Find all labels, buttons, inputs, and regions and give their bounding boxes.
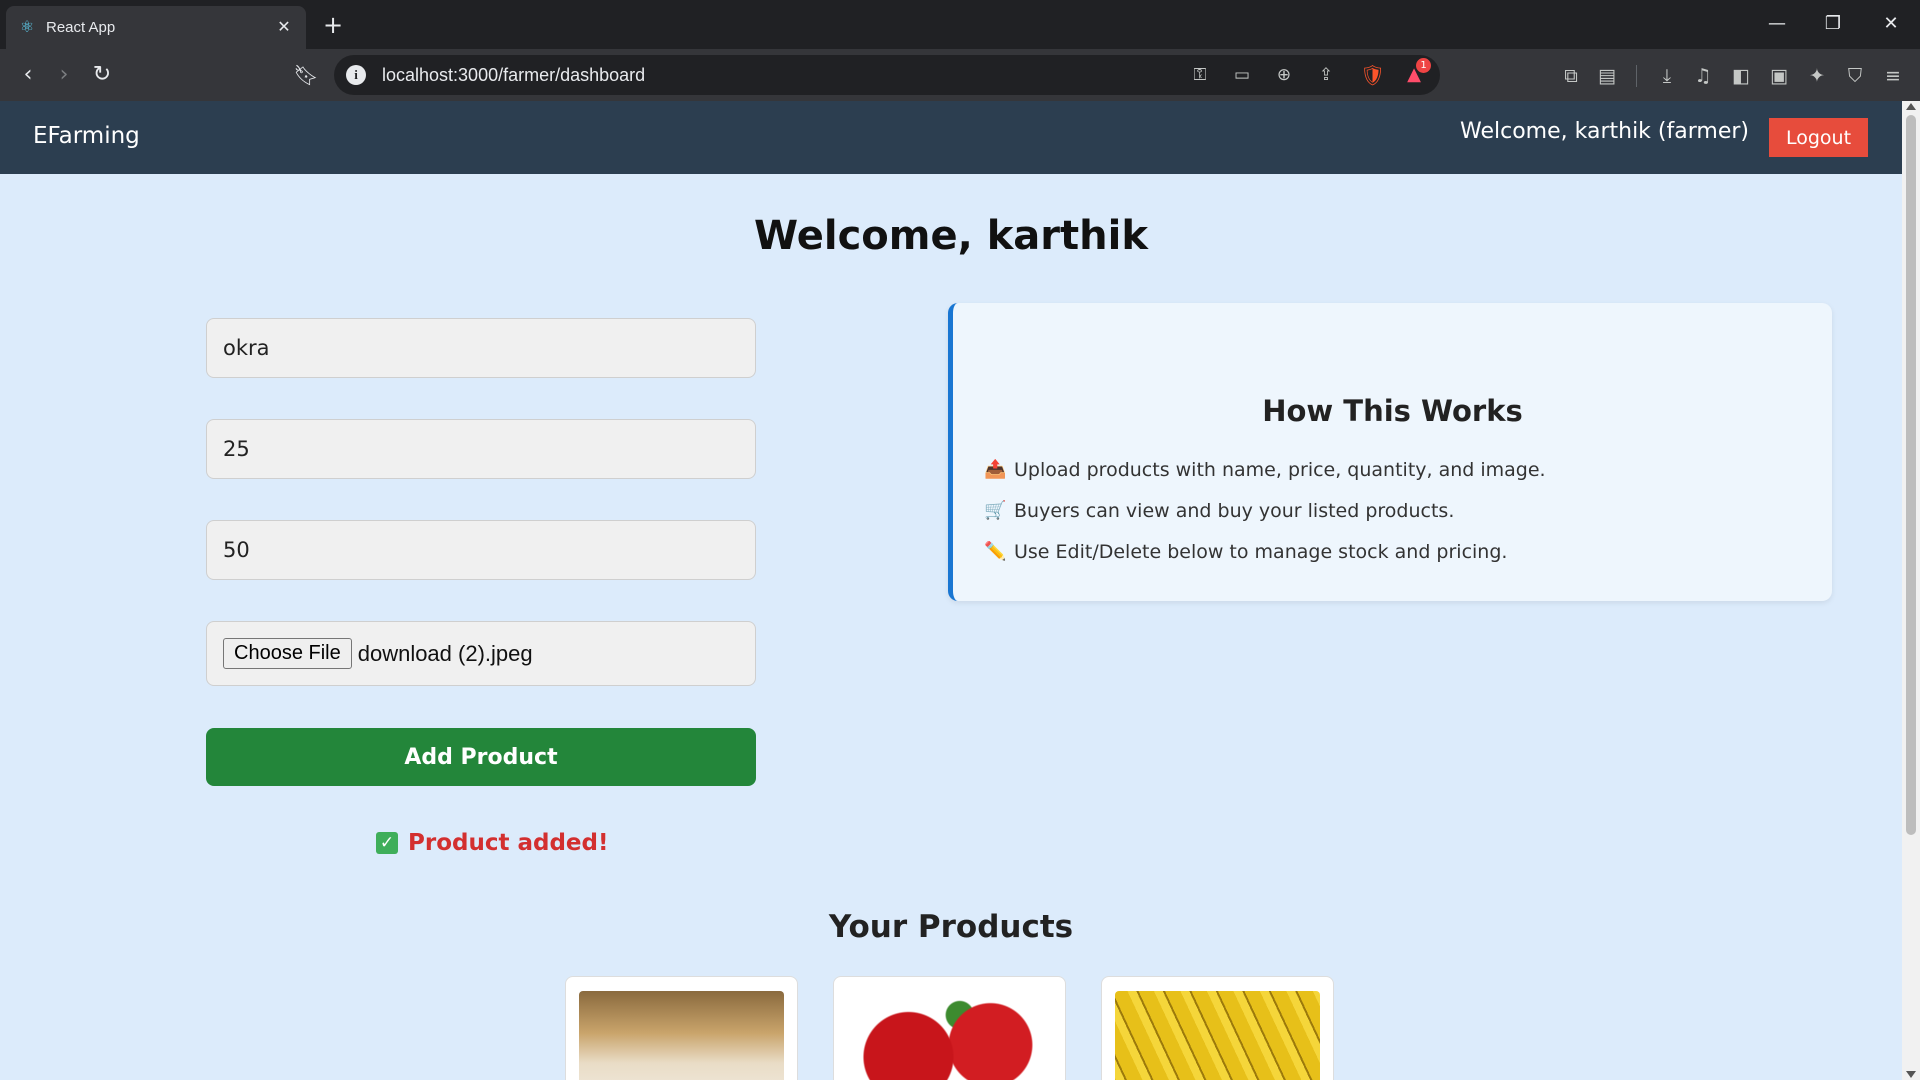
cart-icon: 🛒 — [984, 500, 1007, 521]
reader-mode-icon[interactable]: ▤ — [1594, 63, 1620, 89]
banana-image — [1115, 991, 1320, 1080]
share-icon[interactable]: ⇪ — [1314, 63, 1338, 87]
page-title: Welcome, karthik — [754, 213, 1148, 259]
back-icon[interactable]: ‹ — [14, 61, 42, 89]
zoom-icon[interactable]: ⊕ — [1272, 63, 1296, 87]
restore-icon[interactable]: ❐ — [1818, 10, 1848, 38]
list-item-text: Buyers can view and buy your listed prod… — [1014, 499, 1455, 522]
image-file-input[interactable]: Choose File download (2).jpeg — [206, 621, 756, 686]
minimize-icon[interactable]: — — [1762, 10, 1792, 38]
wallet-icon[interactable]: ▣ — [1766, 63, 1792, 89]
how-it-works-card: How This Works 📤 Upload products with na… — [948, 303, 1832, 601]
page-viewport: EFarming Welcome, karthik (farmer) Logou… — [0, 101, 1902, 1080]
list-item-text: Use Edit/Delete below to manage stock an… — [1014, 540, 1508, 563]
check-mark-icon: ✓ — [376, 832, 398, 854]
info-list: 📤 Upload products with name, price, quan… — [984, 449, 1546, 572]
close-tab-icon[interactable]: ✕ — [274, 18, 294, 38]
browser-tab[interactable]: ⚛ React App ✕ — [6, 6, 306, 49]
status-message: ✓ Product added! — [376, 830, 608, 856]
rice-image — [579, 991, 784, 1080]
react-icon: ⚛ — [19, 18, 35, 36]
tab-title: React App — [46, 19, 116, 36]
product-card — [1101, 976, 1334, 1080]
product-name-input[interactable] — [206, 318, 756, 378]
key-icon[interactable]: ⚿ — [1188, 63, 1212, 87]
close-window-icon[interactable]: ✕ — [1876, 10, 1906, 38]
brave-rewards-icon[interactable]: ▲ 1 — [1402, 58, 1431, 87]
list-item: 📤 Upload products with name, price, quan… — [984, 449, 1546, 490]
product-card — [833, 976, 1066, 1080]
logout-button[interactable]: Logout — [1769, 118, 1868, 157]
address-bar[interactable]: i localhost:3000/farmer/dashboard ⚿ ▭ ⊕ … — [334, 55, 1440, 95]
vpn-icon[interactable]: ⛉ — [1842, 63, 1868, 89]
your-products-title: Your Products — [828, 909, 1074, 945]
rewards-badge: 1 — [1416, 58, 1431, 73]
add-product-button[interactable]: Add Product — [206, 728, 756, 786]
app-navbar: EFarming Welcome, karthik (farmer) Logou… — [0, 101, 1902, 174]
reload-icon[interactable]: ↻ — [88, 61, 116, 89]
selected-file-name: download (2).jpeg — [357, 640, 533, 666]
brand-logo[interactable]: EFarming — [33, 123, 140, 149]
bookmark-icon[interactable]: 🔖︎ — [292, 61, 320, 89]
choose-file-button[interactable]: Choose File — [223, 638, 352, 669]
product-card — [565, 976, 798, 1080]
browser-toolbar: ‹ › ↻ 🔖︎ i localhost:3000/farmer/dashboa… — [0, 49, 1920, 101]
scroll-down-arrow-icon[interactable] — [1906, 1071, 1916, 1078]
scrollbar-thumb[interactable] — [1906, 115, 1916, 835]
media-icon[interactable]: ♫ — [1690, 63, 1716, 89]
browser-tab-bar: ⚛ React App ✕ + — ❐ ✕ — [0, 0, 1920, 49]
welcome-user-text: Welcome, karthik (farmer) — [1460, 119, 1749, 144]
inbox-tray-icon: 📤 — [984, 459, 1007, 480]
new-tab-icon[interactable]: + — [320, 12, 346, 38]
page-scrollbar[interactable] — [1902, 101, 1920, 1080]
pencil-icon: ✏️ — [984, 541, 1007, 562]
list-item: ✏️ Use Edit/Delete below to manage stock… — [984, 531, 1546, 572]
cast-icon[interactable]: ▭ — [1230, 63, 1254, 87]
status-text: Product added! — [408, 830, 609, 856]
scroll-up-arrow-icon[interactable] — [1906, 103, 1916, 110]
forward-icon[interactable]: › — [50, 61, 78, 89]
list-item-text: Upload products with name, price, quanti… — [1014, 458, 1546, 481]
product-price-input[interactable] — [206, 419, 756, 479]
download-icon[interactable]: ⤓ — [1654, 63, 1680, 89]
toolbar-divider — [1636, 65, 1637, 87]
apple-image — [847, 991, 1052, 1080]
info-card-title: How This Works — [1262, 394, 1523, 428]
brave-shields-icon[interactable]: 🛡︎ — [1360, 63, 1385, 87]
list-item: 🛒 Buyers can view and buy your listed pr… — [984, 490, 1546, 531]
sidebar-icon[interactable]: ◧ — [1728, 63, 1754, 89]
product-quantity-input[interactable] — [206, 520, 756, 580]
url-text[interactable]: localhost:3000/farmer/dashboard — [382, 65, 645, 86]
site-info-icon[interactable]: i — [346, 65, 366, 85]
extensions-icon[interactable]: ⧉ — [1558, 63, 1584, 89]
menu-icon[interactable]: ≡ — [1880, 63, 1906, 89]
leo-ai-icon[interactable]: ✦ — [1804, 63, 1830, 89]
